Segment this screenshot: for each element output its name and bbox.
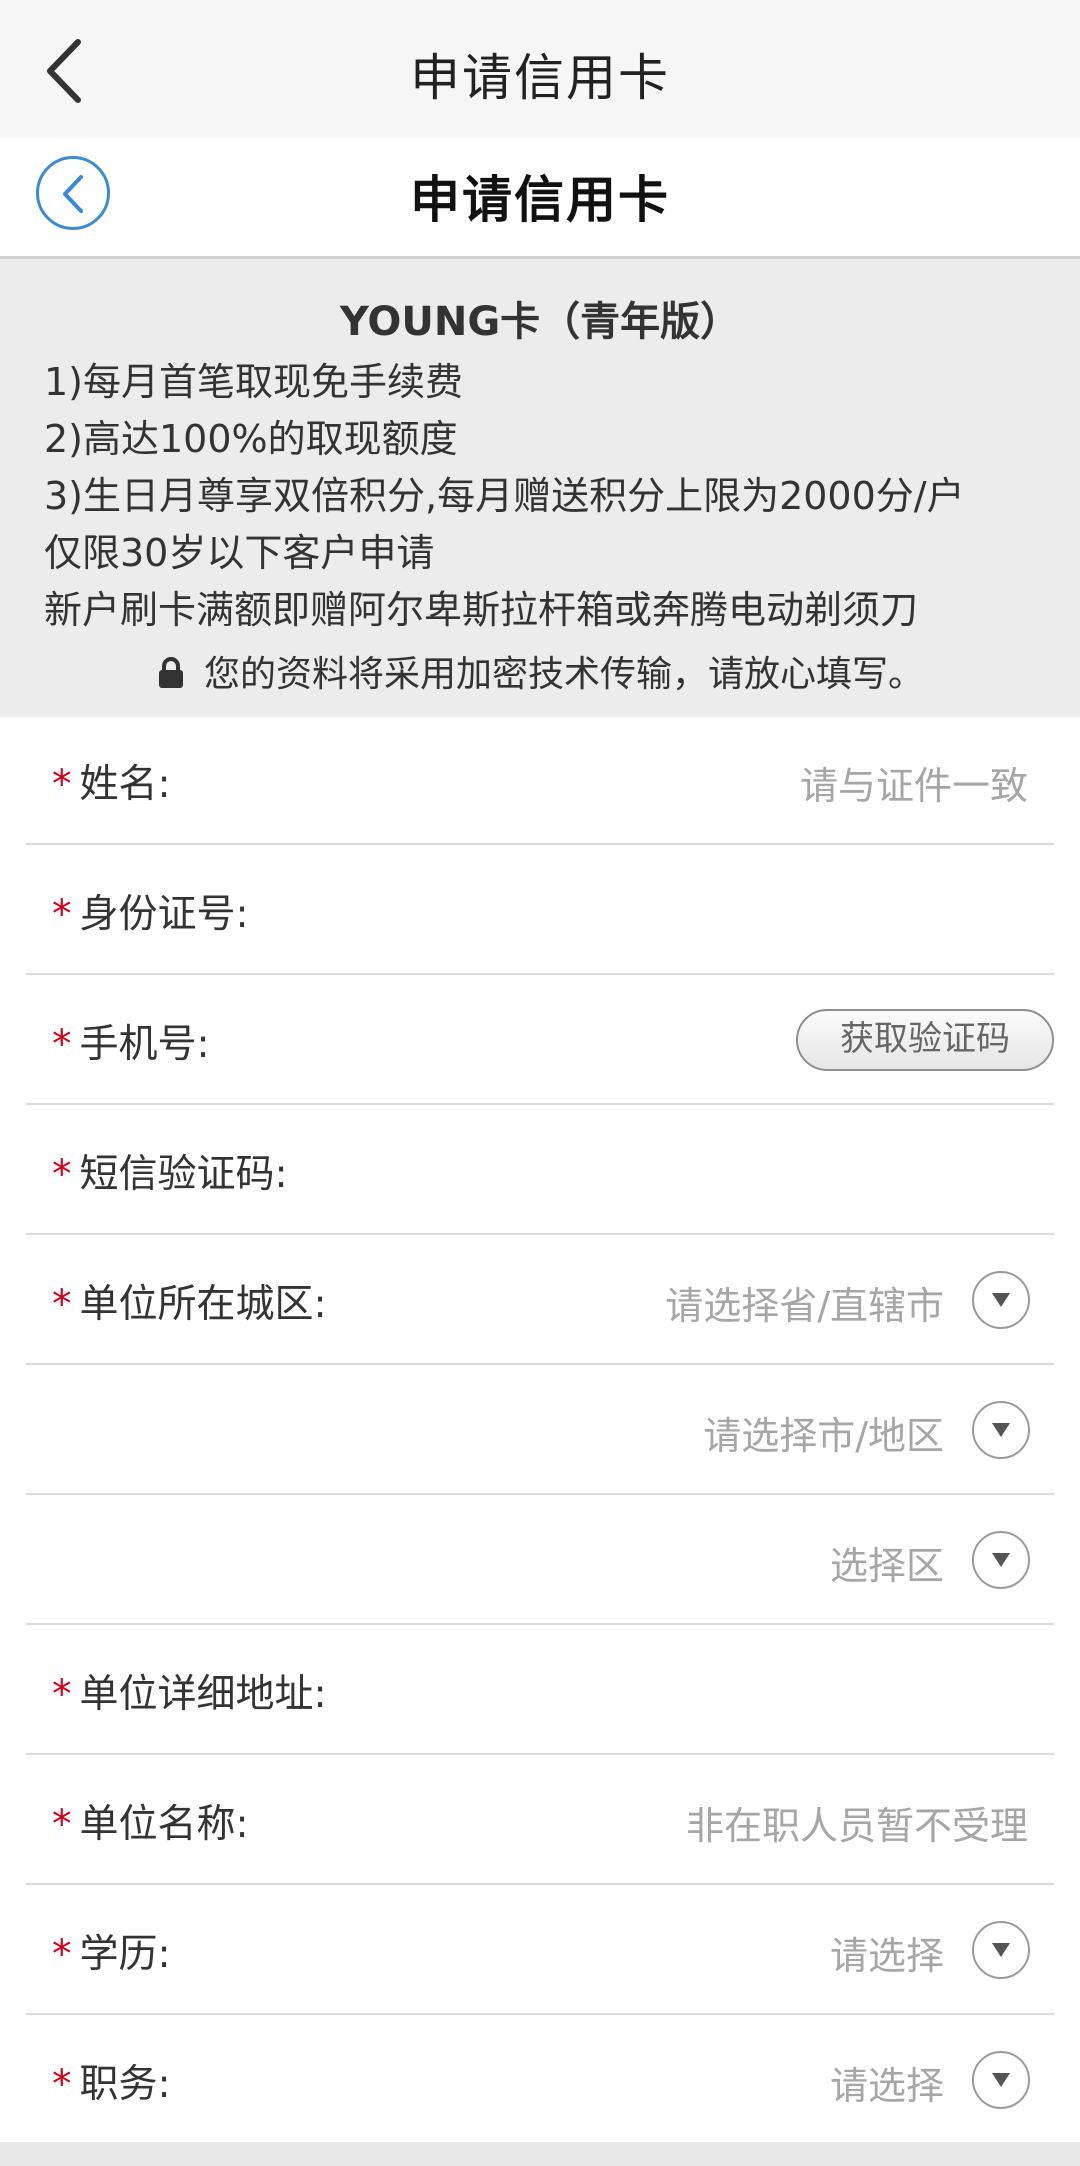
work-province-select[interactable]: * 单位所在城区: 请选择省/直辖市	[26, 1237, 1054, 1365]
name-placeholder[interactable]: 请与证件一致	[800, 755, 1028, 810]
work-address-field[interactable]: * 单位详细地址:	[26, 1627, 1054, 1755]
required-mark: *	[52, 1022, 72, 1067]
city-placeholder[interactable]: 请选择市/地区	[703, 1405, 944, 1460]
triangle-down-icon[interactable]	[972, 1271, 1030, 1329]
id-number-field[interactable]: * 身份证号:	[26, 847, 1054, 975]
benefit-line: 1)每月首笔取现免手续费	[44, 360, 464, 404]
sms-code-field[interactable]: * 短信验证码:	[26, 1107, 1054, 1235]
work-city-label-text: 单位所在城区:	[79, 1282, 327, 1327]
sms-code-label-text: 短信验证码:	[79, 1152, 288, 1197]
id-number-label-text: 身份证号:	[79, 892, 249, 937]
eligibility-line: 仅限30岁以下客户申请	[44, 531, 435, 575]
triangle-down-icon[interactable]	[972, 1531, 1030, 1589]
position-placeholder[interactable]: 请选择	[830, 2055, 944, 2110]
triangle-down-icon[interactable]	[972, 2051, 1030, 2109]
required-mark: *	[52, 1932, 72, 1977]
phone-field[interactable]: * 手机号: 获取验证码	[26, 977, 1054, 1105]
required-mark: *	[52, 1152, 72, 1197]
company-name-field[interactable]: * 单位名称: 非在职人员暂不受理	[26, 1757, 1054, 1885]
required-mark: *	[52, 762, 72, 807]
work-address-label: * 单位详细地址:	[52, 1663, 327, 1719]
education-select[interactable]: * 学历: 请选择	[26, 1887, 1054, 2015]
position-label-text: 职务:	[79, 2062, 171, 2107]
education-label: * 学历:	[52, 1923, 171, 1979]
triangle-down-icon[interactable]	[972, 1401, 1030, 1459]
education-placeholder[interactable]: 请选择	[830, 1925, 944, 1980]
id-number-label: * 身份证号:	[52, 883, 249, 939]
application-form: * 姓名: 请与证件一致 * 身份证号: * 手机号: 获取验证码 * 短信验证码: *…	[0, 717, 1080, 2142]
bottom-divider	[0, 2142, 1080, 2166]
sms-code-label: * 短信验证码:	[52, 1143, 288, 1199]
work-address-label-text: 单位详细地址:	[79, 1672, 327, 1717]
lock-icon	[158, 657, 183, 688]
name-label: * 姓名:	[52, 753, 171, 809]
benefit-line: 2)高达100%的取现额度	[44, 417, 458, 461]
get-code-button[interactable]: 获取验证码	[796, 1009, 1054, 1071]
triangle-down-icon[interactable]	[972, 1921, 1030, 1979]
phone-label-text: 手机号:	[79, 1022, 210, 1067]
benefit-line: 3)生日月尊享双倍积分,每月赠送积分上限为2000分/户	[44, 474, 965, 518]
province-placeholder[interactable]: 请选择省/直辖市	[665, 1275, 944, 1330]
position-label: * 职务:	[52, 2053, 171, 2109]
required-mark: *	[52, 1672, 72, 1717]
name-field[interactable]: * 姓名: 请与证件一致	[26, 717, 1054, 845]
company-name-label-text: 单位名称:	[79, 1802, 249, 1847]
card-info-panel: YOUNG卡（青年版） 1)每月首笔取现免手续费 2)高达100%的取现额度 3…	[0, 259, 1080, 717]
phone-label: * 手机号:	[52, 1013, 210, 1069]
secure-note: 您的资料将采用加密技术传输，请放心填写。	[0, 645, 1080, 697]
position-select[interactable]: * 职务: 请选择	[26, 2017, 1054, 2145]
work-city-select[interactable]: 请选择市/地区	[26, 1367, 1054, 1495]
name-label-text: 姓名:	[79, 762, 171, 807]
district-placeholder[interactable]: 选择区	[830, 1535, 944, 1590]
secure-note-text: 您的资料将采用加密技术传输，请放心填写。	[203, 654, 924, 695]
company-name-placeholder[interactable]: 非在职人员暂不受理	[686, 1795, 1028, 1850]
card-title: YOUNG卡（青年版）	[339, 299, 741, 345]
company-name-label: * 单位名称:	[52, 1793, 249, 1849]
page-title: 申请信用卡	[410, 171, 670, 229]
app-bar-title: 申请信用卡	[410, 49, 670, 107]
required-mark: *	[52, 1282, 72, 1327]
education-label-text: 学历:	[79, 1932, 171, 1977]
promo-line: 新户刷卡满额即赠阿尔卑斯拉杆箱或奔腾电动剃须刀	[44, 588, 919, 632]
required-mark: *	[52, 1802, 72, 1847]
required-mark: *	[52, 2062, 72, 2107]
work-city-label: * 单位所在城区:	[52, 1273, 327, 1329]
required-mark: *	[52, 892, 72, 937]
work-district-select[interactable]: 选择区	[26, 1497, 1054, 1625]
page-header: 申请信用卡	[0, 138, 1080, 259]
top-app-bar: 申请信用卡	[0, 0, 1080, 138]
